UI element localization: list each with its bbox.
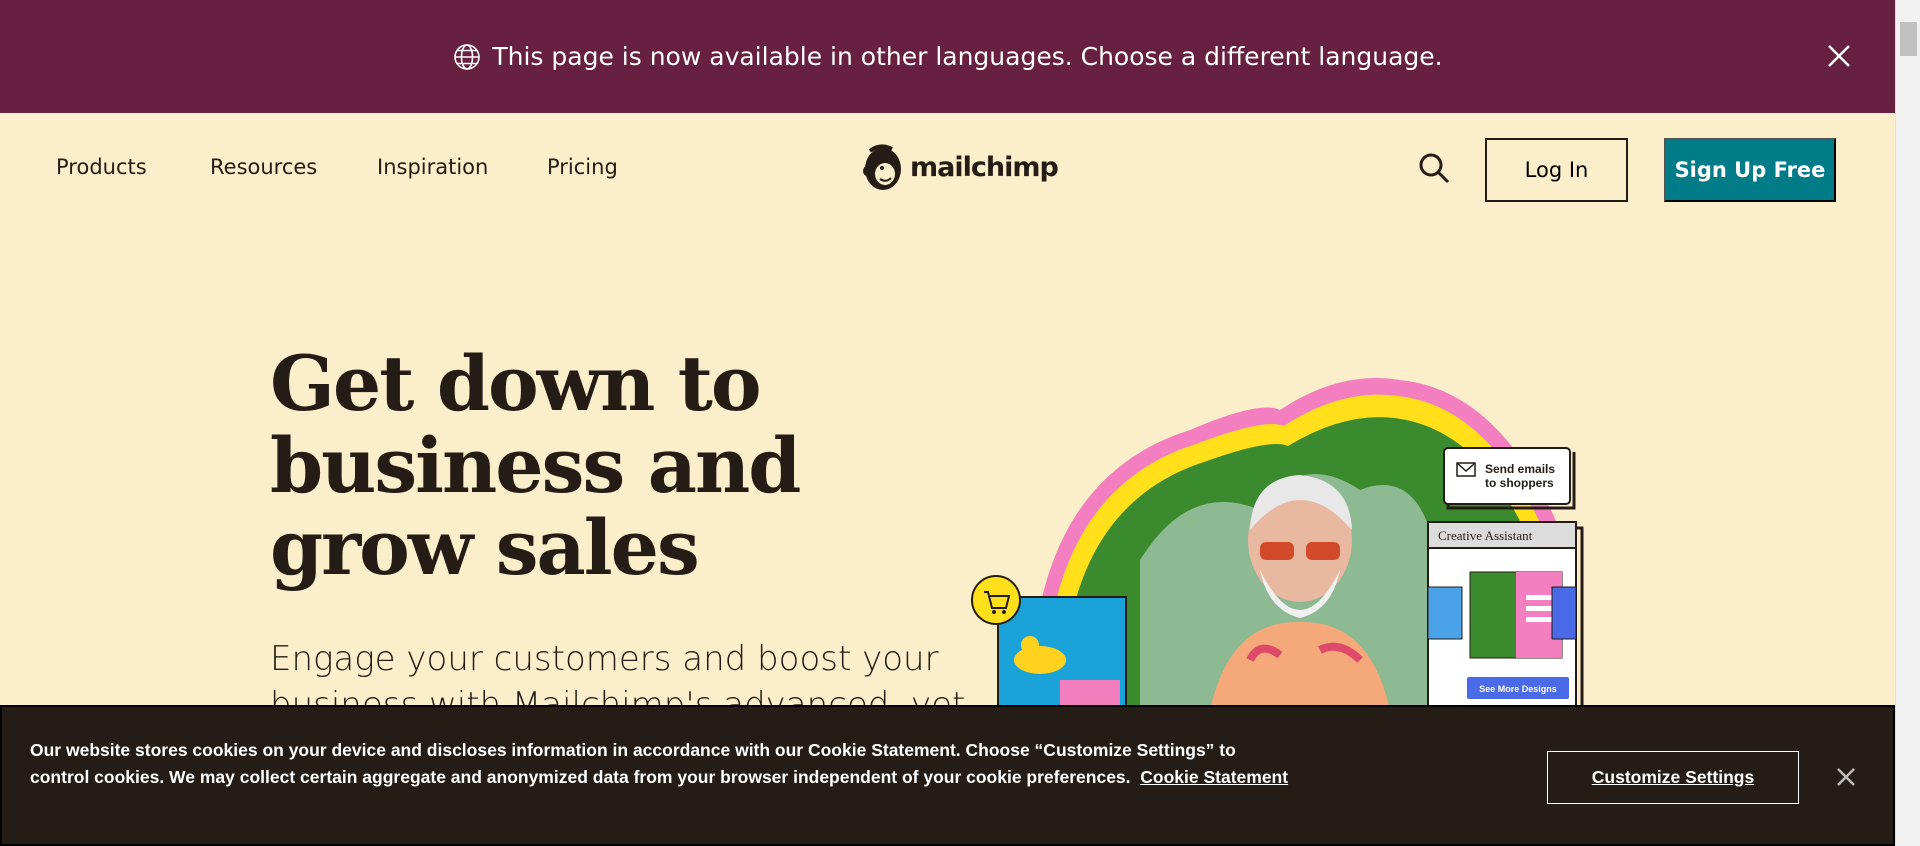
scrollbar-thumb[interactable]	[1900, 22, 1917, 56]
svg-text:to shoppers: to shoppers	[1485, 476, 1554, 490]
nav-item-resources[interactable]: Resources	[210, 155, 317, 179]
nav-item-inspiration[interactable]: Inspiration	[377, 155, 488, 179]
svg-text:Creative Assistant: Creative Assistant	[1438, 528, 1533, 543]
language-banner: This page is now available in other lang…	[0, 0, 1895, 113]
signup-button[interactable]: Sign Up Free	[1664, 138, 1836, 202]
cookie-banner: Our website stores cookies on your devic…	[0, 705, 1895, 846]
cookie-message: Our website stores cookies on your devic…	[30, 740, 1236, 787]
customize-settings-button[interactable]: Customize Settings	[1547, 751, 1799, 804]
nav-item-products[interactable]: Products	[56, 155, 147, 179]
mailchimp-logo[interactable]: mailchimp	[860, 141, 1059, 193]
logo-text: mailchimp	[910, 151, 1059, 183]
hero-illustration: Send emails to shoppers Creative Assista…	[960, 360, 1620, 711]
globe-icon	[452, 42, 482, 72]
login-button[interactable]: Log In	[1485, 138, 1628, 202]
search-icon[interactable]	[1417, 151, 1451, 185]
language-banner-message[interactable]: This page is now available in other lang…	[492, 42, 1442, 71]
site-header: Products Resources Inspiration Pricing m…	[0, 113, 1895, 225]
scrollbar[interactable]	[1895, 0, 1920, 846]
cookie-statement-link[interactable]: Cookie Statement	[1140, 767, 1288, 787]
svg-text:See More Designs: See More Designs	[1479, 684, 1557, 694]
hero-title: Get down to business and grow sales	[270, 339, 801, 592]
close-icon[interactable]	[1834, 765, 1858, 789]
close-icon[interactable]	[1823, 40, 1855, 72]
cookie-text: Our website stores cookies on your devic…	[30, 737, 1290, 791]
freddie-icon	[863, 144, 901, 190]
nav-item-pricing[interactable]: Pricing	[547, 155, 618, 179]
svg-text:Send emails: Send emails	[1485, 462, 1555, 476]
